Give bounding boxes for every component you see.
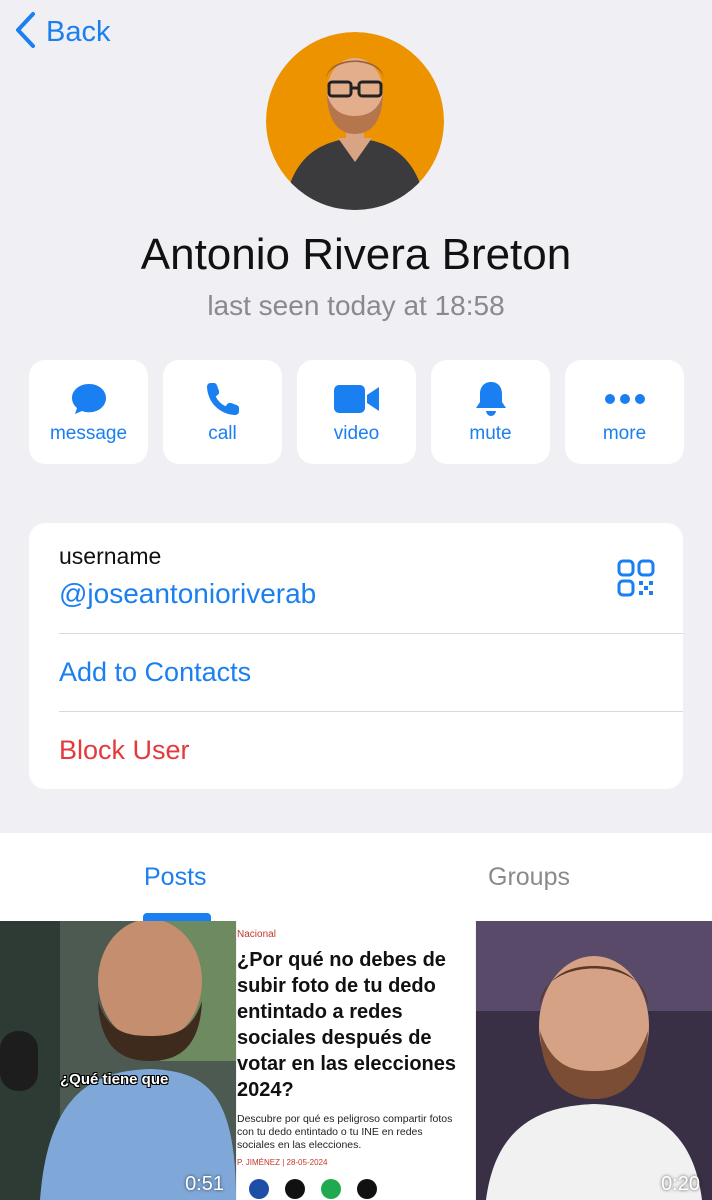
article-byline: P. JIMÉNEZ | 28-05-2024	[237, 1158, 328, 1167]
message-bubble-icon	[71, 379, 107, 419]
divider	[59, 633, 683, 634]
call-button[interactable]: call	[163, 360, 282, 464]
profile-name: Antonio Rivera Breton	[140, 230, 572, 279]
bell-icon	[474, 379, 508, 419]
block-user-button[interactable]: Block User	[59, 735, 190, 766]
username-value[interactable]: @joseantonioriverab	[59, 578, 316, 610]
video-button[interactable]: video	[297, 360, 416, 464]
back-label: Back	[46, 15, 111, 48]
action-bar: message call video mute more	[29, 360, 684, 464]
article-summary: Descubre por qué es peligroso compartir …	[237, 1113, 453, 1151]
post-video-thumbnail[interactable]: 0:20	[476, 921, 712, 1200]
article-headline: ¿Por qué no debes de subir foto de tu de…	[237, 949, 457, 1101]
username-row[interactable]: username @joseantonioriverab	[59, 543, 316, 610]
qr-code-icon[interactable]	[617, 559, 655, 597]
last-seen-status: last seen today at 18:58	[207, 290, 505, 321]
add-to-contacts-button[interactable]: Add to Contacts	[59, 657, 251, 688]
message-label: message	[49, 423, 128, 444]
video-duration: 0:20	[661, 1173, 700, 1195]
more-button[interactable]: more	[565, 360, 684, 464]
mute-button[interactable]: mute	[431, 360, 550, 464]
content-tabs: Posts Groups	[0, 833, 712, 921]
article-section-tag: Nacional	[237, 929, 276, 940]
mute-label: mute	[469, 423, 512, 444]
video-duration: 0:51	[185, 1173, 224, 1195]
post-video-thumbnail[interactable]: ¿Qué tiene que 0:51	[0, 921, 236, 1200]
video-label: video	[333, 423, 380, 444]
share-icons	[249, 1179, 377, 1199]
post-article-thumbnail[interactable]: Nacional ¿Por qué no debes de subir foto…	[237, 921, 475, 1200]
posts-grid: ¿Qué tiene que 0:51 Nacional ¿Por qué no…	[0, 921, 712, 1200]
more-label: more	[602, 423, 647, 444]
article-preview: Nacional ¿Por qué no debes de subir foto…	[237, 921, 475, 1200]
divider	[59, 711, 683, 712]
tab-posts[interactable]: Posts	[144, 863, 207, 892]
video-thumbnail-image	[476, 921, 712, 1200]
profile-info-card: username @joseantonioriverab Add to Cont…	[29, 523, 683, 789]
avatar[interactable]	[266, 32, 444, 210]
tab-groups[interactable]: Groups	[488, 863, 570, 892]
message-button[interactable]: message	[29, 360, 148, 464]
video-thumbnail-image	[0, 921, 236, 1200]
username-label: username	[59, 543, 162, 569]
chevron-left-icon	[14, 11, 36, 54]
video-subtitle: ¿Qué tiene que	[60, 1071, 169, 1088]
video-camera-icon	[333, 379, 380, 419]
phone-icon	[205, 379, 241, 419]
active-tab-indicator	[143, 913, 211, 921]
back-button[interactable]: Back	[14, 11, 111, 54]
ellipsis-icon	[604, 379, 646, 419]
call-label: call	[208, 423, 237, 444]
